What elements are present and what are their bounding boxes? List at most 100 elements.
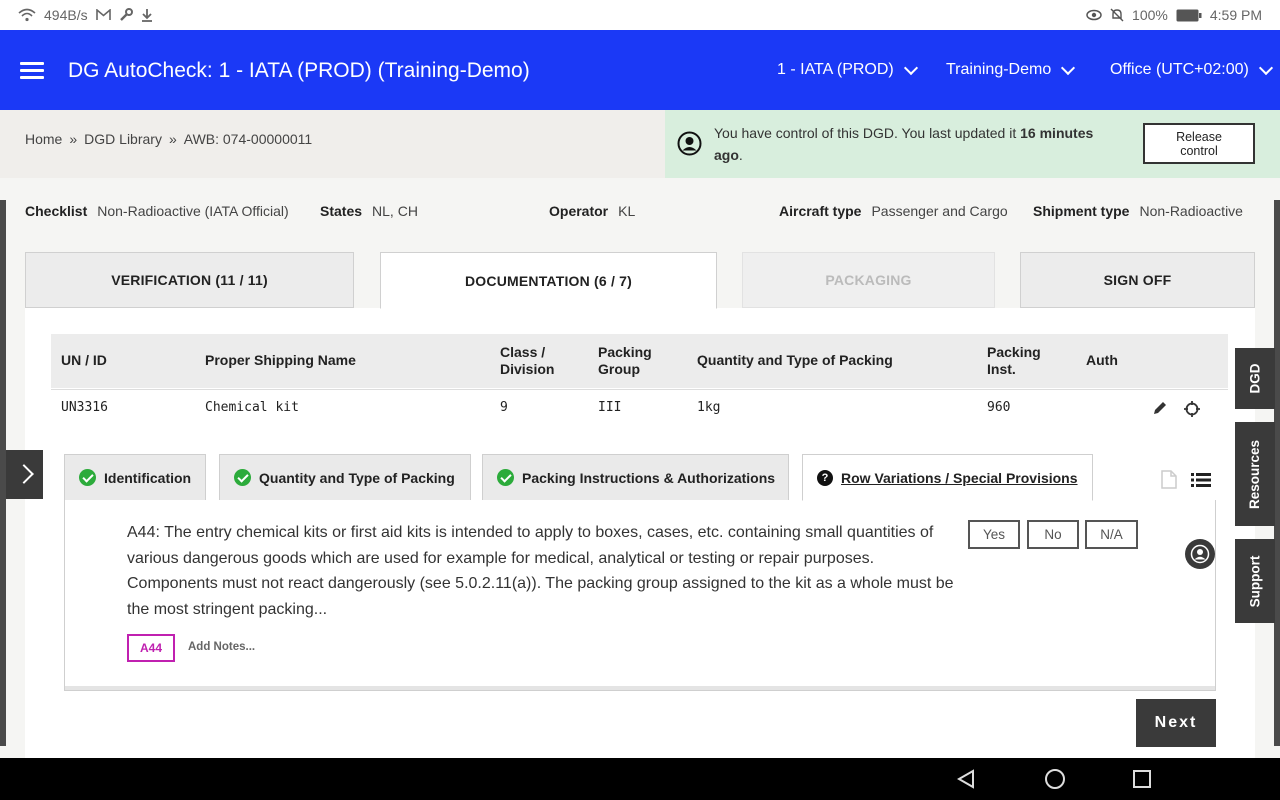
subtab-packing-label: Packing Instructions & Authorizations xyxy=(522,469,776,486)
breadcrumb-separator: » xyxy=(69,131,78,147)
side-tab-dgd-label: DGD xyxy=(1247,363,1263,394)
col-proper-shipping-name: Proper Shipping Name xyxy=(205,352,356,368)
table-row[interactable]: UN3316 Chemical kit 9 III 1kg 960 xyxy=(51,389,1228,427)
subtab-identification-label: Identification xyxy=(104,469,192,486)
chevron-down-icon xyxy=(903,60,918,75)
col-un-id: UN / ID xyxy=(61,352,107,368)
check-circle-icon xyxy=(79,469,96,486)
check-circle-icon xyxy=(234,469,251,486)
col-pg-line1: Packing xyxy=(598,344,652,360)
cell-quantity: 1kg xyxy=(697,400,721,415)
subtab-row-variations-label: Row Variations / Special Provisions xyxy=(841,469,1078,486)
breadcrumb-home[interactable]: Home xyxy=(25,131,62,147)
recents-icon[interactable] xyxy=(1132,769,1152,794)
control-message: You have control of this DGD. You last u… xyxy=(714,122,1129,166)
clock: 4:59 PM xyxy=(1209,7,1262,23)
question-circle-icon: ? xyxy=(817,469,833,486)
side-tab-dgd[interactable]: DGD xyxy=(1235,348,1275,409)
side-tab-support-label: Support xyxy=(1247,555,1263,607)
download-icon xyxy=(141,8,153,22)
tab-packaging[interactable]: PACKAGING xyxy=(742,252,995,308)
office-select-label: Office (UTC+02:00) xyxy=(1110,61,1249,78)
col-class-line1: Class / xyxy=(500,344,546,360)
checklist-value: Non-Radioactive (IATA Official) xyxy=(97,203,289,219)
chevron-down-icon xyxy=(1258,60,1273,75)
cell-packing-inst: 960 xyxy=(987,400,1011,415)
answer-yes-button[interactable]: Yes xyxy=(968,520,1020,549)
wifi-icon xyxy=(18,8,36,22)
operator-value: KL xyxy=(618,203,636,219)
check-circle-icon xyxy=(497,469,514,486)
list-icon[interactable] xyxy=(1191,472,1211,493)
col-pi-line2: Inst. xyxy=(987,361,1016,377)
side-tab-support[interactable]: Support xyxy=(1235,539,1275,623)
environment-select[interactable]: 1 - IATA (PROD) xyxy=(777,60,918,79)
user-avatar-icon[interactable] xyxy=(1185,539,1215,569)
release-control-label-1: Release xyxy=(1176,130,1222,144)
tab-sign-off[interactable]: SIGN OFF xyxy=(1020,252,1255,308)
meta-states: States NL, CH xyxy=(320,203,418,219)
hamburger-menu-icon[interactable] xyxy=(20,62,44,80)
col-quantity-type: Quantity and Type of Packing xyxy=(697,352,893,368)
cell-class: 9 xyxy=(500,400,508,415)
special-provision-text: A44: The entry chemical kits or first ai… xyxy=(127,524,954,618)
mute-icon xyxy=(1110,8,1124,22)
answer-no-button[interactable]: No xyxy=(1027,520,1079,549)
crosshair-icon[interactable] xyxy=(1183,400,1201,423)
meta-aircraft: Aircraft type Passenger and Cargo xyxy=(779,203,1008,219)
document-icon[interactable] xyxy=(1161,470,1177,494)
col-packing-inst: Packing Inst. xyxy=(987,344,1041,378)
breadcrumb-current: AWB: 074-00000011 xyxy=(183,131,313,147)
meta-checklist: Checklist Non-Radioactive (IATA Official… xyxy=(25,203,289,219)
col-packing-group: Packing Group xyxy=(598,344,652,378)
side-tab-resources[interactable]: Resources xyxy=(1235,422,1275,526)
tab-verification[interactable]: VERIFICATION (11 / 11) xyxy=(25,252,354,308)
back-icon[interactable] xyxy=(956,769,976,794)
eye-icon xyxy=(1086,9,1102,21)
environment-select-label: 1 - IATA (PROD) xyxy=(777,61,894,78)
cell-proper-shipping-name: Chemical kit xyxy=(205,400,299,415)
system-navigation-bar xyxy=(0,758,1280,800)
user-circle-icon xyxy=(677,131,702,161)
operator-label: Operator xyxy=(549,203,609,219)
gmail-icon xyxy=(95,9,111,21)
col-class-division: Class / Division xyxy=(500,344,554,378)
home-icon[interactable] xyxy=(1044,768,1066,795)
meta-shipment: Shipment type Non-Radioactive xyxy=(1033,203,1243,219)
provision-code-tag[interactable]: A44 xyxy=(127,634,175,662)
chevron-right-icon xyxy=(14,464,34,484)
col-pi-line1: Packing xyxy=(987,344,1041,360)
tab-documentation[interactable]: DOCUMENTATION (6 / 7) xyxy=(380,252,717,309)
control-message-period: . xyxy=(738,147,743,163)
col-pg-line2: Group xyxy=(598,361,640,377)
office-select[interactable]: Office (UTC+02:00) xyxy=(1110,60,1273,79)
subtab-quantity-type-packing[interactable]: Quantity and Type of Packing xyxy=(219,454,471,501)
expand-sidebar-button[interactable] xyxy=(6,450,43,499)
states-value: NL, CH xyxy=(372,203,418,219)
cell-packing-group: III xyxy=(598,400,622,415)
side-tab-resources-label: Resources xyxy=(1247,439,1263,509)
shipment-label: Shipment type xyxy=(1033,203,1130,219)
subtab-identification[interactable]: Identification xyxy=(64,454,206,501)
breadcrumb-separator: » xyxy=(168,131,177,147)
pencil-icon[interactable] xyxy=(1152,400,1168,421)
aircraft-label: Aircraft type xyxy=(779,203,862,219)
subtab-row-variations[interactable]: ? Row Variations / Special Provisions xyxy=(802,454,1093,501)
subtab-quantity-label: Quantity and Type of Packing xyxy=(259,469,455,486)
control-message-text: You have control of this DGD. You last u… xyxy=(714,125,1021,141)
system-status-bar: 494B/s 100% 4:59 PM xyxy=(0,0,1280,30)
next-button[interactable]: Next xyxy=(1136,699,1216,747)
breadcrumb-library[interactable]: DGD Library xyxy=(84,131,162,147)
account-select[interactable]: Training-Demo xyxy=(946,60,1076,79)
checklist-label: Checklist xyxy=(25,203,88,219)
col-auth: Auth xyxy=(1086,352,1118,368)
add-notes-link[interactable]: Add Notes... xyxy=(188,641,255,653)
battery-icon xyxy=(1176,9,1202,22)
cell-un-id: UN3316 xyxy=(61,400,108,415)
answer-na-button[interactable]: N/A xyxy=(1085,520,1138,549)
release-control-button[interactable]: Release control xyxy=(1143,123,1255,164)
chevron-down-icon xyxy=(1061,60,1076,75)
subtab-packing-instructions[interactable]: Packing Instructions & Authorizations xyxy=(482,454,789,501)
control-message-ago: ago xyxy=(714,147,739,163)
wrench-icon xyxy=(119,8,133,22)
